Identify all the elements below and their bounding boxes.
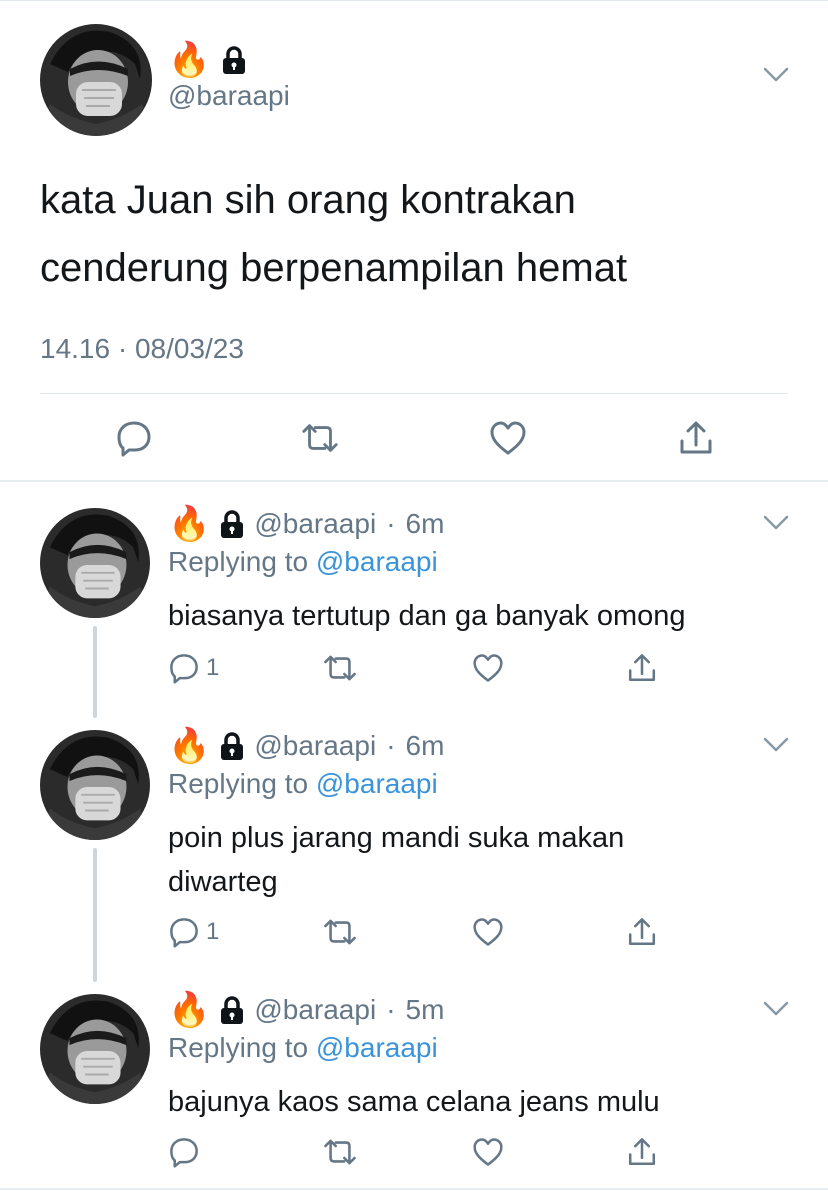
chevron-down-icon[interactable] — [762, 736, 790, 754]
replying-to-link[interactable]: @baraapi — [316, 768, 438, 799]
reply-actions: 1 — [0, 914, 828, 950]
avatar[interactable] — [40, 508, 150, 618]
avatar[interactable] — [40, 994, 150, 1104]
lock-icon — [218, 995, 246, 1025]
timestamp[interactable]: 14.16 · 08/03/23 — [40, 333, 244, 365]
reply-tweet: 🔥 @baraapi · 5m Replying to @baraapi bajun… — [0, 970, 828, 1188]
replying-to: Replying to @baraapi — [168, 1032, 438, 1064]
section-divider — [0, 480, 828, 482]
reply-count: 1 — [206, 918, 220, 945]
avatar[interactable] — [40, 24, 152, 136]
heart-icon[interactable] — [488, 418, 528, 458]
replying-to-link[interactable]: @baraapi — [316, 546, 438, 577]
share-icon[interactable] — [626, 914, 658, 950]
relative-time[interactable]: 5m — [406, 994, 445, 1026]
reply-header: 🔥 @baraapi · 6m — [168, 726, 444, 766]
reply-button[interactable]: 1 — [168, 914, 219, 950]
lock-icon — [218, 509, 246, 539]
reply-icon — [168, 652, 200, 684]
separator: · — [386, 994, 396, 1025]
reply-tweet: 🔥 @baraapi · 6m Replying to @baraapi biasa… — [0, 484, 828, 718]
fire-emoji: 🔥 — [168, 40, 211, 80]
heart-icon[interactable] — [472, 914, 504, 950]
replying-to-link[interactable]: @baraapi — [316, 1032, 438, 1063]
handle[interactable]: @baraapi — [254, 994, 376, 1026]
bottom-divider — [0, 1188, 828, 1190]
main-tweet: 🔥 @baraapi kata Juan sih orang kontrakan… — [0, 0, 828, 480]
handle[interactable]: @baraapi — [254, 730, 376, 762]
retweet-icon[interactable] — [322, 1134, 358, 1170]
tweet-text-line: cenderung berpenampilan hemat — [40, 246, 628, 290]
reply-icon — [168, 1136, 200, 1168]
reply-actions: 1 — [0, 650, 828, 686]
reply-header: 🔥 @baraapi · 5m — [168, 990, 444, 1030]
display-name[interactable]: 🔥 — [168, 40, 248, 80]
replying-to: Replying to @baraapi — [168, 546, 438, 578]
reply-tweet: 🔥 @baraapi · 6m Replying to @baraapi poin … — [0, 706, 828, 982]
retweet-icon[interactable] — [322, 914, 358, 950]
avatar[interactable] — [40, 730, 150, 840]
fire-emoji: 🔥 — [168, 990, 211, 1030]
reply-button[interactable]: 1 — [168, 650, 219, 686]
relative-time[interactable]: 6m — [406, 730, 445, 762]
handle[interactable]: @baraapi — [168, 80, 290, 112]
replying-to-label: Replying to — [168, 546, 309, 577]
share-icon[interactable] — [626, 1134, 658, 1170]
divider — [40, 393, 788, 394]
separator: · — [386, 730, 396, 761]
lock-icon — [218, 731, 246, 761]
reply-count: 1 — [206, 654, 220, 681]
replying-to-label: Replying to — [168, 768, 309, 799]
fire-emoji: 🔥 — [168, 726, 211, 766]
chevron-down-icon[interactable] — [762, 66, 790, 84]
reply-button[interactable] — [168, 1134, 206, 1170]
chevron-down-icon[interactable] — [762, 1000, 790, 1018]
tweet-text-line: kata Juan sih orang kontrakan — [40, 178, 576, 222]
tweet-text: kata Juan sih orang kontrakan cenderung … — [40, 166, 800, 302]
lock-icon — [220, 45, 248, 75]
reply-text: poin plus jarang mandi suka makan diwart… — [168, 822, 625, 898]
tweet-actions — [0, 418, 828, 458]
separator: · — [386, 508, 396, 539]
retweet-icon[interactable] — [322, 650, 358, 686]
reply-header: 🔥 @baraapi · 6m — [168, 504, 444, 544]
chevron-down-icon[interactable] — [762, 514, 790, 532]
reply-text: biasanya tertutup dan ga banyak omong — [168, 600, 686, 632]
replying-to: Replying to @baraapi — [168, 768, 438, 800]
reply-icon — [168, 916, 200, 948]
heart-icon[interactable] — [472, 1134, 504, 1170]
reply-icon[interactable] — [114, 418, 154, 458]
handle[interactable]: @baraapi — [254, 508, 376, 540]
reply-actions — [0, 1134, 828, 1170]
fire-emoji: 🔥 — [168, 504, 211, 544]
share-icon[interactable] — [676, 418, 716, 458]
relative-time[interactable]: 6m — [406, 508, 445, 540]
reply-text: bajunya kaos sama celana jeans mulu — [168, 1086, 660, 1118]
heart-icon[interactable] — [472, 650, 504, 686]
retweet-icon[interactable] — [300, 418, 340, 458]
replying-to-label: Replying to — [168, 1032, 309, 1063]
share-icon[interactable] — [626, 650, 658, 686]
